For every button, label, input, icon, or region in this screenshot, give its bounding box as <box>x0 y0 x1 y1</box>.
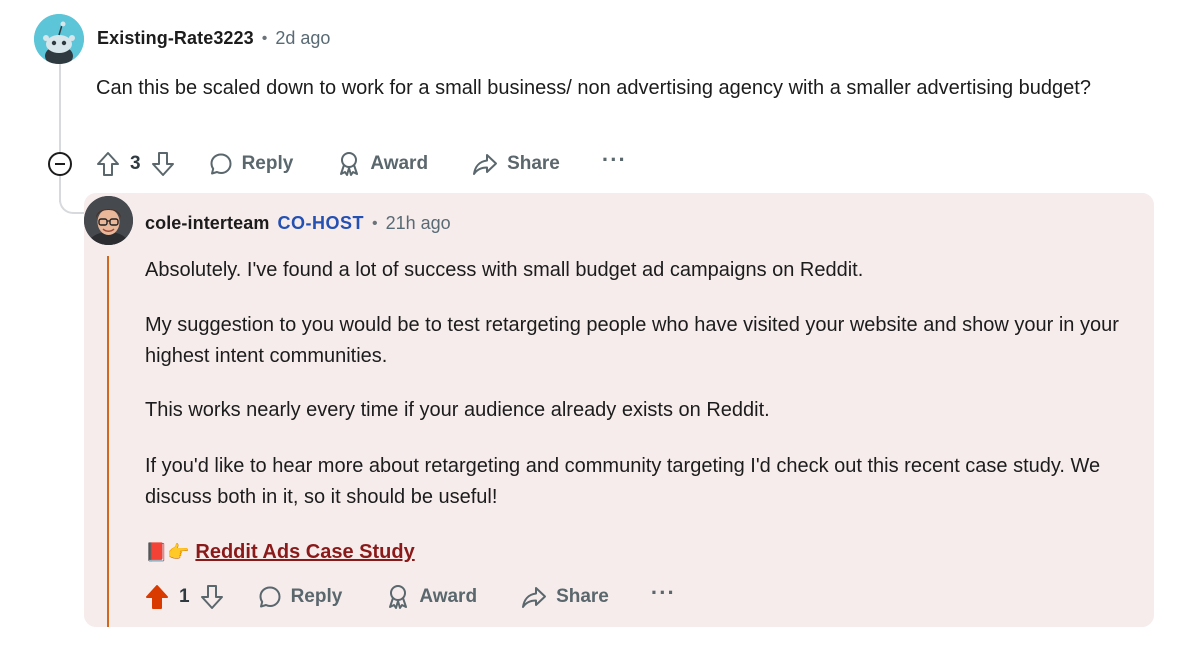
reply-paragraph-1: Absolutely. I've found a lot of success … <box>145 259 864 281</box>
thread-line-branch-curve <box>59 188 85 214</box>
award-icon <box>340 152 359 176</box>
reply-thread-line <box>107 256 109 627</box>
case-study-line: 📕👉 Reddit Ads Case Study <box>145 537 415 568</box>
reply-meta: cole-interteam CO-HOST • 21h ago <box>145 213 451 234</box>
meta-separator: • <box>371 214 378 232</box>
award-label: Award <box>419 586 478 607</box>
user-photo-icon <box>84 196 133 245</box>
reply-label: Reply <box>241 153 294 174</box>
award-icon <box>389 585 408 609</box>
reply-button[interactable]: Reply <box>258 585 343 609</box>
comment-meta: Existing-Rate3223 • 2d ago <box>97 28 330 49</box>
book-pointing-emoji: 📕👉 <box>145 542 190 563</box>
upvote-button[interactable] <box>96 151 120 177</box>
reply-label: Reply <box>290 586 343 607</box>
share-label: Share <box>556 586 609 607</box>
downvote-arrow-icon <box>151 152 174 176</box>
comment-body: Can this be scaled down to work for a sm… <box>96 77 1091 99</box>
comment-time[interactable]: 2d ago <box>275 28 330 49</box>
downvote-arrow-icon <box>200 585 223 609</box>
reply-button[interactable]: Reply <box>209 152 294 176</box>
upvote-button[interactable] <box>145 584 169 610</box>
reply-actions: 1 Reply Award Share ··· <box>145 582 676 612</box>
comment-author[interactable]: Existing-Rate3223 <box>97 28 254 49</box>
meta-separator: • <box>261 29 268 47</box>
share-arrow-icon <box>522 587 547 608</box>
reply-paragraph-2: My suggestion to you would be to test re… <box>145 314 1119 367</box>
cohost-badge: CO-HOST <box>277 213 364 233</box>
collapse-thread-button[interactable] <box>48 152 72 176</box>
upvote-arrow-icon <box>97 152 119 176</box>
award-label: Award <box>370 153 429 174</box>
reply-author[interactable]: cole-interteam <box>145 213 269 234</box>
share-arrow-icon <box>473 154 498 175</box>
reply-paragraph-3: This works nearly every time if your aud… <box>145 399 770 421</box>
upvote-arrow-filled-icon <box>146 585 168 609</box>
reddit-snoo-icon <box>34 14 84 64</box>
share-button[interactable]: Share <box>521 585 609 609</box>
avatar[interactable] <box>34 14 84 64</box>
more-options-button[interactable]: ··· <box>651 582 676 604</box>
comment-actions: 3 Reply Award Share ··· <box>96 149 627 179</box>
downvote-button[interactable] <box>200 584 224 610</box>
speech-bubble-icon <box>259 586 281 608</box>
award-button[interactable]: Award <box>386 584 477 610</box>
downvote-button[interactable] <box>151 151 175 177</box>
share-label: Share <box>507 153 560 174</box>
reply-avatar[interactable] <box>84 196 133 245</box>
speech-bubble-icon <box>210 153 232 175</box>
reply-paragraph-4: If you'd like to hear more about retarge… <box>145 455 1101 508</box>
vote-count: 1 <box>179 586 190 607</box>
vote-count: 3 <box>130 153 141 174</box>
share-button[interactable]: Share <box>472 152 560 176</box>
award-button[interactable]: Award <box>337 151 428 177</box>
more-options-button[interactable]: ··· <box>602 149 627 171</box>
thread-line-main <box>59 64 61 152</box>
reply-time[interactable]: 21h ago <box>386 213 451 234</box>
case-study-link[interactable]: Reddit Ads Case Study <box>195 541 414 563</box>
